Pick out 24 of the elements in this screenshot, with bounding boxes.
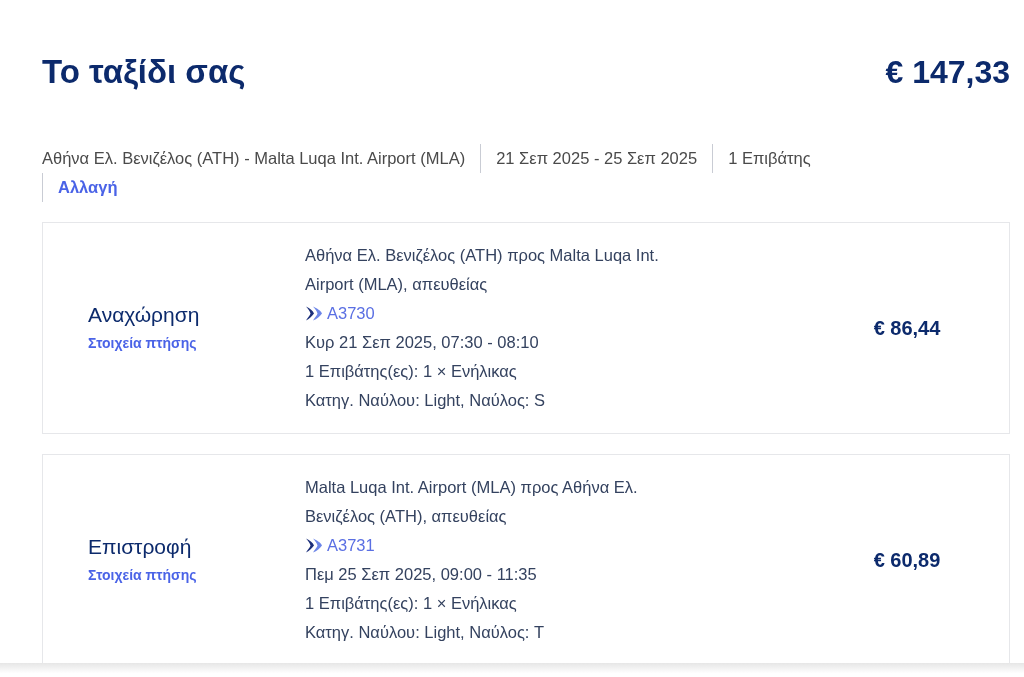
flight-route: Malta Luqa Int. Airport (MLA) προς Αθήνα Ελ. Βενιζέλος (ATH), απευθείας [305,476,639,527]
change-link[interactable]: Αλλαγή [42,172,133,202]
passenger-info: 1 Επιβάτης(ες): 1 × Ενήλικας [305,592,518,614]
flight-details-link[interactable]: Στοιχεία πτήσης [88,566,197,583]
trip-summary-text: 21 Σεπ 2025 - 25 Σεπ 2025 [480,143,713,173]
flight-details-link[interactable]: Στοιχεία πτήσης [88,334,197,351]
flight-number-link[interactable]: A3730 [327,298,375,328]
flight-price: € 86,44 [872,315,942,341]
flight-schedule: Πεμ 25 Σεπ 2025, 09:00 - 11:35 [305,563,538,585]
total-price: € 147,33 [885,52,1010,91]
double-chevron-icon [305,305,323,321]
flight-direction: Αναχώρηση [88,302,201,329]
passenger-info: 1 Επιβάτης(ες): 1 × Ενήλικας [305,360,518,382]
fare-info: Κατηγ. Ναύλου: Light, Ναύλος: T [305,621,546,643]
flight-schedule: Κυρ 21 Σεπ 2025, 07:30 - 08:10 [305,331,540,353]
trip-summary-text: Αθήνα Ελ. Βενιζέλος (ATH) - Malta Luqa Int. Airport (MLA) [42,147,467,169]
fare-info: Κατηγ. Ναύλου: Light, Ναύλος: S [305,389,547,411]
double-chevron-icon [305,537,323,553]
page-title: Το ταξίδι σας [42,52,246,92]
flight-route: Αθήνα Ελ. Βενιζέλος (ATH) προς Malta Luqa Int. Airport (MLA), απευθείας [305,244,660,295]
flight-direction: Επιστροφή [88,534,193,561]
flight-number-link[interactable]: A3731 [327,530,375,560]
flight-price: € 60,89 [872,547,942,573]
trip-summary-text: 1 Επιβάτης [712,143,826,173]
